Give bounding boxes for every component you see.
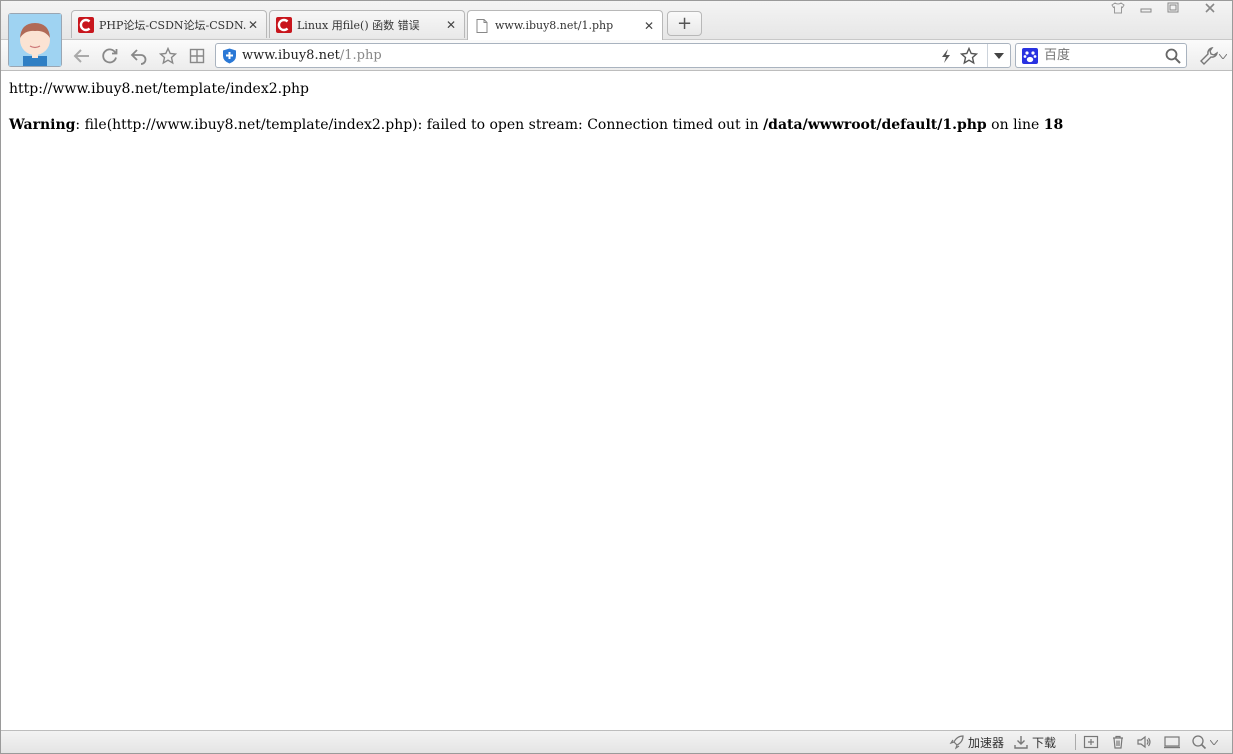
status-bar: 加速器 下载 (1, 730, 1232, 753)
accelerator-label: 加速器 (968, 735, 1005, 750)
wrench-icon (1200, 47, 1218, 65)
back-icon[interactable] (71, 45, 93, 67)
tab-title: PHP论坛-CSDN论坛-CSDN.NET (99, 18, 246, 32)
chevron-down-icon (1210, 739, 1218, 745)
url-domain: www.ibuy8.net (242, 48, 340, 63)
download-button[interactable]: 下载 (1013, 734, 1056, 750)
tab-title: www.ibuy8.net/1.php (495, 19, 614, 32)
warning-file-path: /data/wwwroot/default/1.php (763, 117, 987, 133)
restore-icon[interactable] (1158, 1, 1188, 20)
bookmark-star-icon[interactable] (960, 47, 978, 65)
url-path: /1.php (339, 48, 382, 63)
search-box[interactable] (1015, 43, 1187, 68)
warning-line-number: 18 (1043, 117, 1064, 133)
tab-strip: PHP论坛-CSDN论坛-CSDN.NET ✕ Linux 用file() 函数… (1, 1, 1232, 67)
security-shield-icon (223, 48, 236, 64)
output-url-text: http://www.ibuy8.net/template/index2.php (9, 81, 310, 97)
apps-icon[interactable] (186, 45, 208, 67)
trash-icon[interactable] (1110, 734, 1129, 750)
tab-active-page[interactable]: www.ibuy8.net/1.php ✕ (467, 10, 663, 40)
minimize-icon[interactable] (1131, 1, 1161, 20)
speaker-icon[interactable] (1136, 734, 1155, 750)
chevron-down-icon (1219, 53, 1227, 59)
tools-menu-button[interactable] (1199, 45, 1229, 67)
undo-close-icon[interactable] (128, 45, 150, 67)
close-window-icon[interactable] (1195, 1, 1225, 20)
address-dropdown-button[interactable] (987, 44, 1010, 67)
user-avatar[interactable] (8, 13, 62, 67)
skin-icon[interactable] (1103, 1, 1133, 20)
baidu-icon[interactable] (1022, 48, 1038, 64)
page-icon (476, 18, 488, 33)
screenshot-icon[interactable] (1083, 734, 1102, 750)
zoom-icon[interactable] (1191, 734, 1221, 750)
close-icon[interactable]: ✕ (444, 18, 458, 32)
address-bar[interactable]: www.ibuy8.net/1.php (215, 43, 1011, 68)
refresh-icon[interactable] (99, 45, 121, 67)
tab-csdn-forum[interactable]: PHP论坛-CSDN论坛-CSDN.NET ✕ (71, 10, 267, 38)
page-content: http://www.ibuy8.net/template/index2.php… (1, 71, 1232, 730)
download-icon (1014, 736, 1028, 749)
avatar-icon (9, 14, 61, 66)
rocket-icon (949, 735, 964, 750)
download-label: 下载 (1032, 735, 1057, 750)
warning-label: Warning (9, 117, 76, 133)
browser-window: PHP论坛-CSDN论坛-CSDN.NET ✕ Linux 用file() 函数… (0, 0, 1233, 754)
address-url[interactable]: www.ibuy8.net/1.php (242, 48, 382, 63)
lightning-icon[interactable] (938, 48, 954, 64)
tab-linux-file[interactable]: Linux 用file() 函数 错误 ✕ (269, 10, 465, 38)
new-tab-button[interactable]: + (667, 11, 702, 36)
tab-title: Linux 用file() 函数 错误 (297, 18, 420, 32)
search-input[interactable] (1044, 46, 1156, 65)
close-icon[interactable]: ✕ (642, 19, 656, 33)
csdn-icon (78, 16, 94, 33)
warning-text: : file(http://www.ibuy8.net/template/ind… (75, 117, 764, 133)
search-icon[interactable] (1164, 47, 1182, 65)
favorites-icon[interactable] (157, 45, 179, 67)
csdn-icon (276, 16, 292, 33)
accelerator-button[interactable]: 加速器 (949, 734, 1004, 750)
status-divider (1075, 734, 1076, 750)
chevron-down-icon (994, 52, 1004, 59)
php-warning-message: Warning: file(http://www.ibuy8.net/templ… (9, 117, 1063, 133)
warning-text-line: on line (986, 117, 1044, 133)
window-mode-icon[interactable] (1163, 734, 1184, 750)
close-icon[interactable]: ✕ (246, 18, 260, 32)
navigation-toolbar: www.ibuy8.net/1.php (1, 39, 1232, 71)
